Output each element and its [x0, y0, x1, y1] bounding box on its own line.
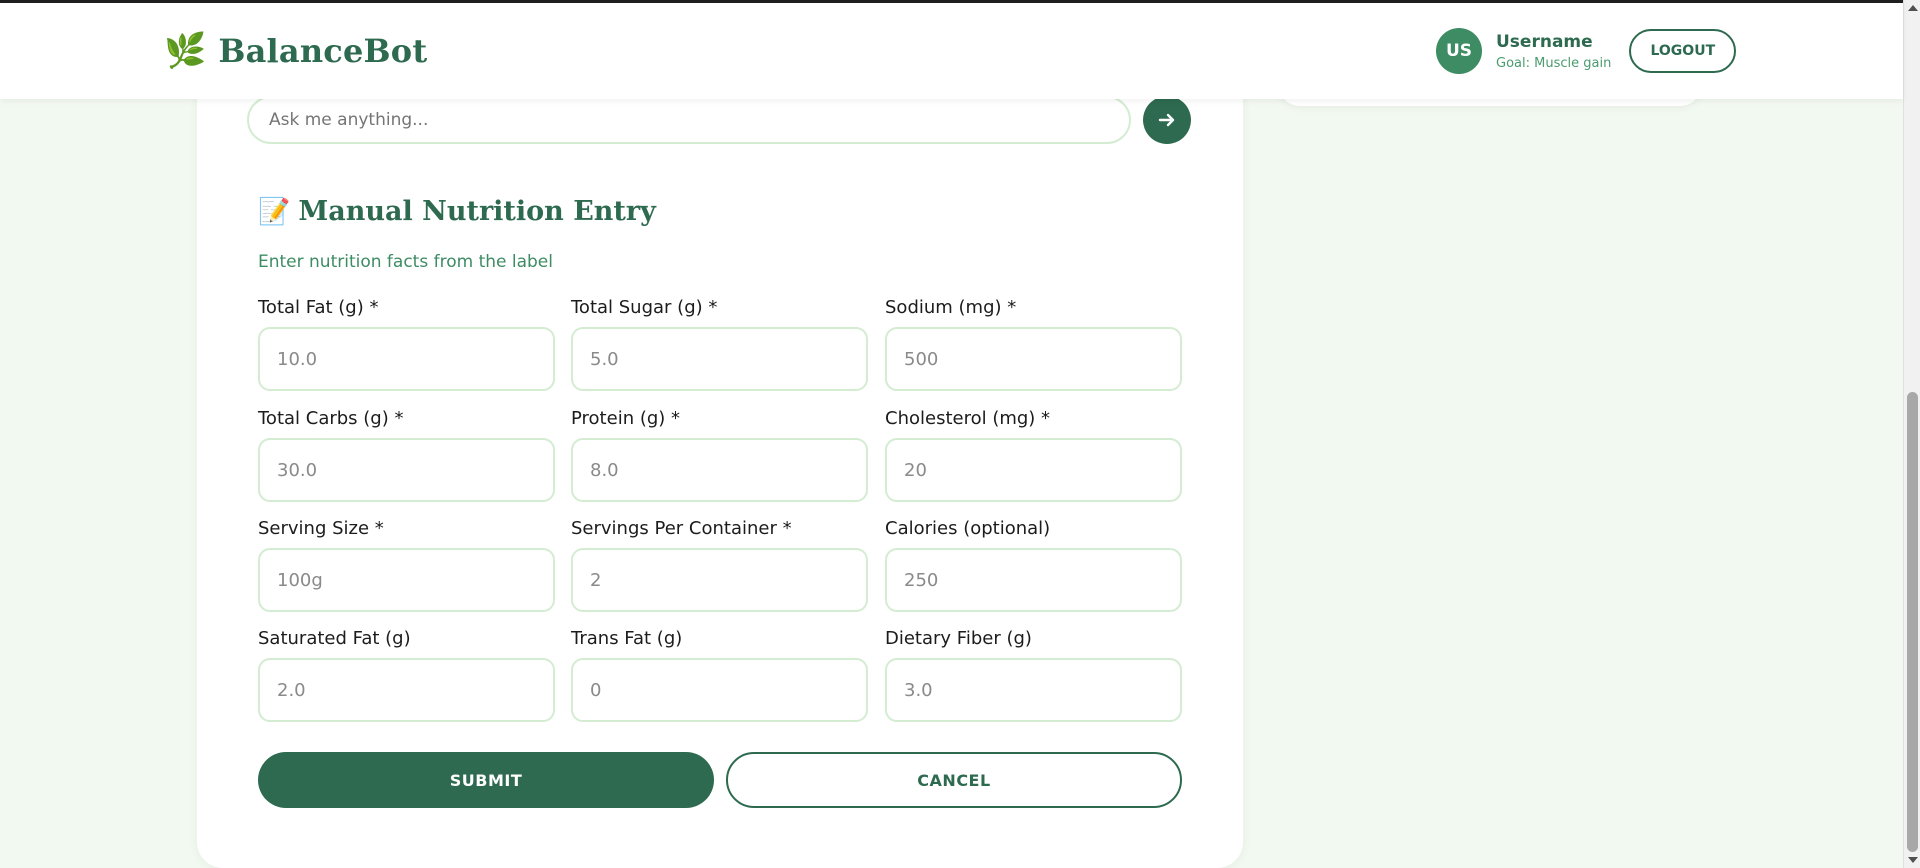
field-label: Servings Per Container * — [571, 518, 792, 539]
sodium-input[interactable] — [885, 327, 1182, 391]
field-dietary-fiber: Dietary Fiber (g) — [885, 628, 1182, 722]
dietary-fiber-input[interactable] — [885, 658, 1182, 722]
section-subtitle: Enter nutrition facts from the label — [258, 252, 553, 272]
saturated-fat-input[interactable] — [258, 658, 555, 722]
manual-entry-title: 📝 Manual Nutrition Entry — [258, 196, 656, 227]
field-servings-per-container: Servings Per Container * — [571, 518, 868, 612]
field-total-fat: Total Fat (g) * — [258, 297, 555, 391]
calories-input[interactable] — [885, 548, 1182, 612]
scroll-up-arrow-icon[interactable] — [1908, 5, 1918, 11]
scrollbar-thumb[interactable] — [1907, 392, 1918, 852]
field-trans-fat: Trans Fat (g) — [571, 628, 868, 722]
protein-input[interactable] — [571, 438, 868, 502]
avatar[interactable]: US — [1436, 28, 1482, 74]
field-label: Calories (optional) — [885, 518, 1051, 539]
field-label: Trans Fat (g) — [571, 628, 683, 649]
total-carbs-input[interactable] — [258, 438, 555, 502]
trans-fat-input[interactable] — [571, 658, 868, 722]
user-info: Username Goal: Muscle gain — [1496, 32, 1611, 71]
scroll-down-arrow-icon[interactable] — [1908, 857, 1918, 863]
brand-logo[interactable]: 🌿 BalanceBot — [164, 31, 427, 71]
field-cholesterol: Cholesterol (mg) * — [885, 408, 1182, 502]
field-label: Protein (g) * — [571, 408, 681, 429]
field-label: Total Sugar (g) * — [571, 297, 718, 318]
section-title-text: Manual Nutrition Entry — [298, 196, 656, 227]
user-name: Username — [1496, 31, 1593, 52]
brand-name: BalanceBot — [218, 32, 428, 70]
field-saturated-fat: Saturated Fat (g) — [258, 628, 555, 722]
app-header: 🌿 BalanceBot US Username Goal: Muscle ga… — [0, 0, 1903, 99]
user-goal: Goal: Muscle gain — [1496, 55, 1612, 71]
field-label: Total Carbs (g) * — [258, 408, 404, 429]
field-serving-size: Serving Size * — [258, 518, 555, 612]
main-card: 📝 Manual Nutrition Entry Enter nutrition… — [197, 60, 1243, 868]
memo-icon: 📝 — [258, 196, 291, 227]
logout-button[interactable]: LOGOUT — [1629, 29, 1737, 73]
total-sugar-input[interactable] — [571, 327, 868, 391]
field-label: Serving Size * — [258, 518, 384, 539]
field-label: Total Fat (g) * — [258, 297, 379, 318]
field-sodium: Sodium (mg) * — [885, 297, 1182, 391]
send-arrow-icon — [1158, 113, 1175, 127]
field-label: Sodium (mg) * — [885, 297, 1017, 318]
leaf-icon: 🌿 — [164, 31, 207, 71]
serving-size-input[interactable] — [258, 548, 555, 612]
field-total-carbs: Total Carbs (g) * — [258, 408, 555, 502]
page-scrollbar[interactable] — [1903, 0, 1920, 868]
field-total-sugar: Total Sugar (g) * — [571, 297, 868, 391]
servings-per-container-input[interactable] — [571, 548, 868, 612]
user-area: US Username Goal: Muscle gain LOGOUT — [1436, 28, 1737, 74]
field-label: Cholesterol (mg) * — [885, 408, 1051, 429]
field-calories: Calories (optional) — [885, 518, 1182, 612]
chat-input[interactable] — [247, 96, 1131, 144]
field-label: Saturated Fat (g) — [258, 628, 411, 649]
field-label: Dietary Fiber (g) — [885, 628, 1032, 649]
send-button[interactable] — [1143, 96, 1191, 144]
total-fat-input[interactable] — [258, 327, 555, 391]
field-protein: Protein (g) * — [571, 408, 868, 502]
cancel-button[interactable]: CANCEL — [726, 752, 1182, 808]
submit-button[interactable]: SUBMIT — [258, 752, 714, 808]
cholesterol-input[interactable] — [885, 438, 1182, 502]
